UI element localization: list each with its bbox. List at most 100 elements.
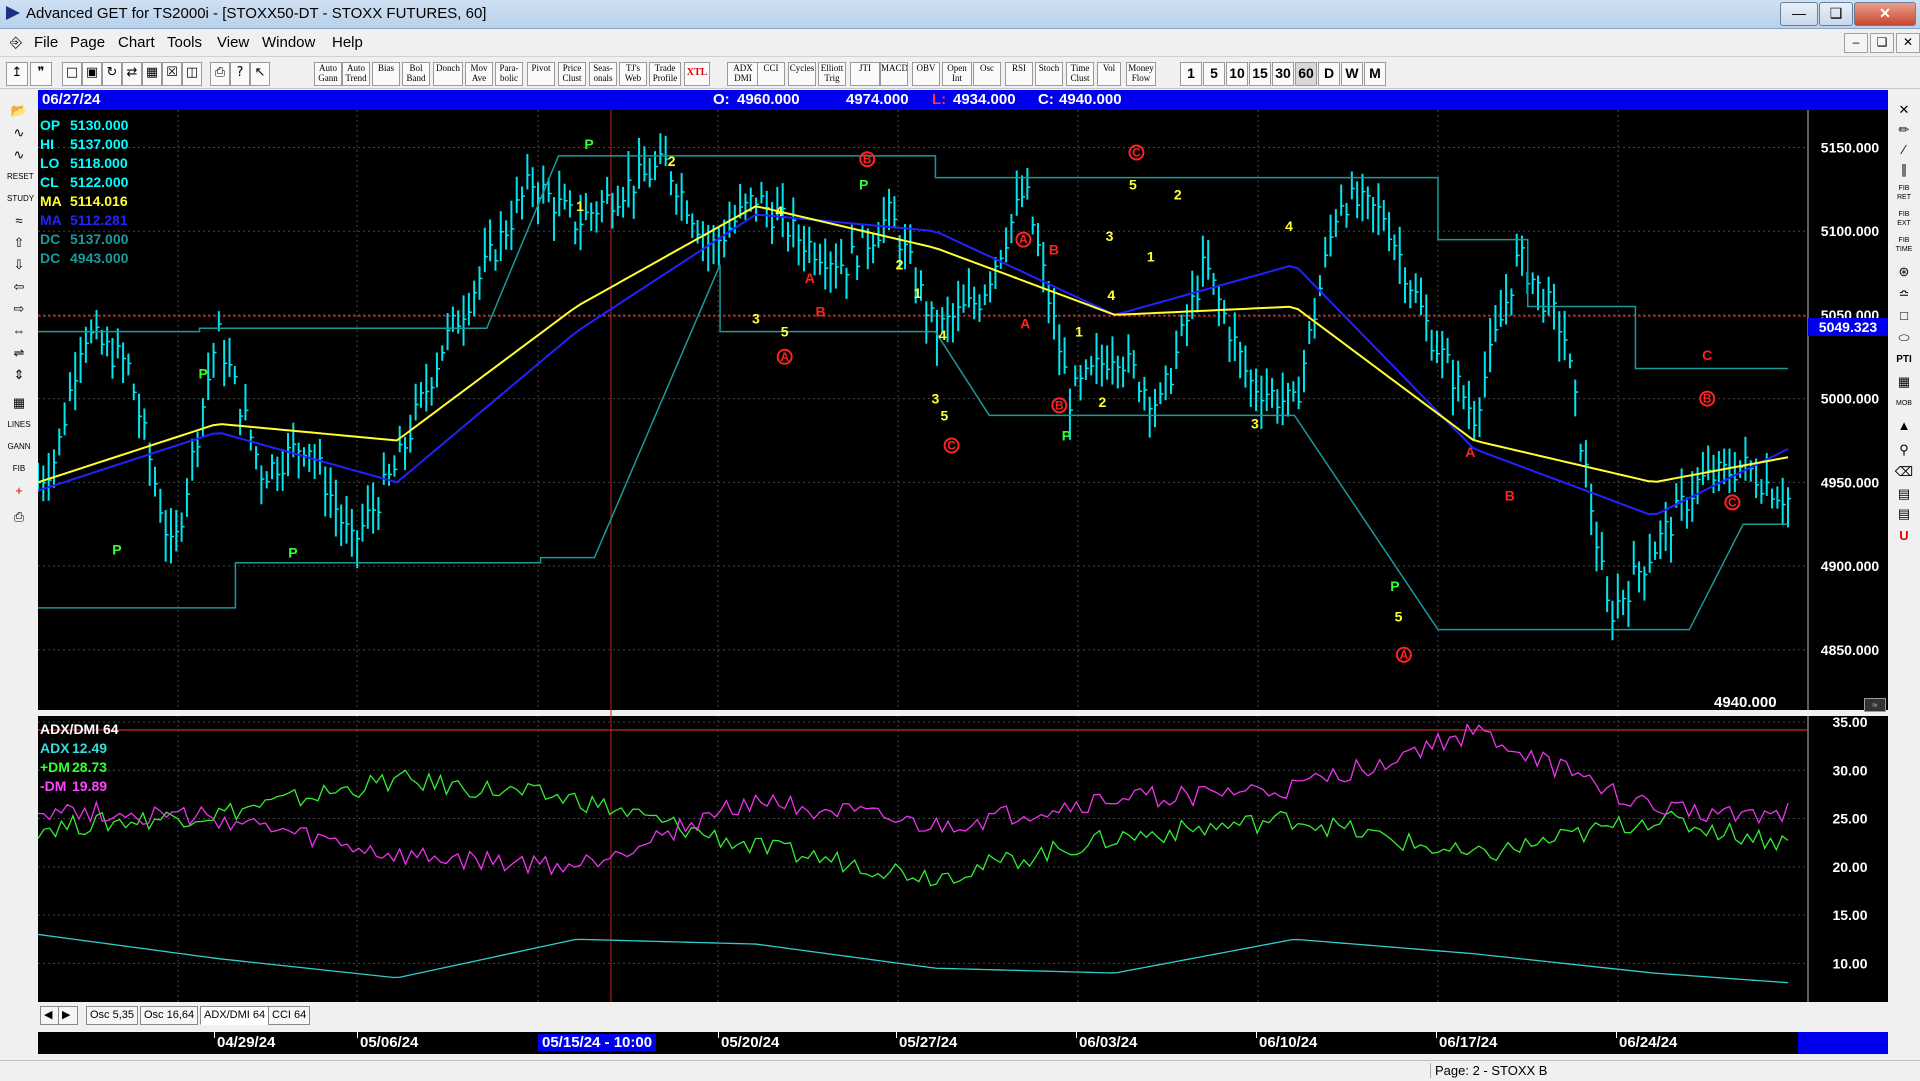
tab-osc-5-35[interactable]: Osc 5,35 xyxy=(86,1006,139,1025)
arrow-down-icon[interactable]: ⇩ xyxy=(6,254,32,276)
table-icon[interactable]: ▦ xyxy=(6,392,32,414)
interval-button-d[interactable]: D xyxy=(1318,62,1340,86)
new-page-icon[interactable]: □ xyxy=(62,62,82,86)
date-axis-scroll[interactable] xyxy=(1798,1032,1888,1054)
study-button-adx-dmi[interactable]: ADX DMI xyxy=(727,62,759,86)
arrow-left-icon[interactable]: ⇦ xyxy=(6,276,32,298)
mdi-restore-button[interactable]: ❑ xyxy=(1870,33,1894,53)
study-button-price-clust[interactable]: Price Clust xyxy=(558,62,586,86)
menu-help[interactable]: Help xyxy=(332,34,363,51)
study-button-stoch[interactable]: Stoch xyxy=(1035,62,1063,86)
layers-icon[interactable]: ▤ xyxy=(1892,484,1916,504)
menu-tools[interactable]: Tools xyxy=(167,34,202,51)
scale-icon[interactable]: ≈ xyxy=(1864,698,1886,712)
reset-icon[interactable]: RESET xyxy=(6,166,34,188)
chart-canvas[interactable]: 5150.0005100.0005050.0005000.0004950.000… xyxy=(38,110,1888,1002)
study-button-elliott-trig[interactable]: Elliott Trig xyxy=(818,62,846,86)
interval-button-5[interactable]: 5 xyxy=(1203,62,1225,86)
arrow-up-icon[interactable]: ⇧ xyxy=(6,232,32,254)
expand-icon[interactable]: ⇔ xyxy=(6,320,32,342)
study-button-cycles[interactable]: Cycles xyxy=(788,62,816,86)
context-help-icon[interactable]: ↖ xyxy=(250,62,270,86)
triangle-icon[interactable]: ▲ xyxy=(1892,416,1916,436)
line-icon[interactable]: ∕ xyxy=(1892,140,1916,160)
mob-icon[interactable]: MOB xyxy=(1892,394,1916,414)
close-drawing-icon[interactable]: ✕ xyxy=(1892,100,1916,120)
chart-area[interactable]: 5150.000 5100.000 5050.000 5000.000 4950.000… xyxy=(38,110,1888,1002)
study-button-time-clust[interactable]: Time Clust xyxy=(1066,62,1094,86)
interval-button-m[interactable]: M xyxy=(1364,62,1386,86)
eraser-icon[interactable]: ⌫ xyxy=(1892,462,1916,482)
interval-button-30[interactable]: 30 xyxy=(1272,62,1294,86)
tab-adx-dmi-64[interactable]: ADX/DMI 64 xyxy=(200,1006,270,1025)
open-icon[interactable]: ▣ xyxy=(82,62,102,86)
study-button-donch[interactable]: Donch xyxy=(433,62,463,86)
folder-icon[interactable]: 📂 xyxy=(6,100,32,122)
study-button-cci[interactable]: CCI xyxy=(757,62,785,86)
refresh-icon[interactable]: ↻ xyxy=(102,62,122,86)
grid-icon[interactable]: ▦ xyxy=(142,62,162,86)
print-page-icon[interactable]: ⎙ xyxy=(6,506,32,528)
menu-view[interactable]: View xyxy=(217,34,249,51)
cursor-icon[interactable]: ↥ xyxy=(6,62,28,86)
fib-ret-icon[interactable]: FIB RET xyxy=(1892,184,1916,204)
box-icon[interactable]: □ xyxy=(1892,306,1916,326)
study-button-jti[interactable]: JTI xyxy=(850,62,880,86)
print-icon[interactable]: ⎙ xyxy=(210,62,230,86)
fib-ext-icon[interactable]: FIB EXT xyxy=(1892,210,1916,230)
pti-icon[interactable]: PTI xyxy=(1892,350,1916,370)
study-button-obv[interactable]: OBV xyxy=(912,62,940,86)
interval-button-w[interactable]: W xyxy=(1341,62,1363,86)
help-icon[interactable]: ? xyxy=(230,62,250,86)
arrow-right-icon[interactable]: ⇨ xyxy=(6,298,32,320)
study-button-vol[interactable]: Vol xyxy=(1097,62,1121,86)
study-button-pivot[interactable]: Pivot xyxy=(527,62,555,86)
parallel-icon[interactable]: ∥ xyxy=(1892,160,1916,180)
study-button-open-int[interactable]: Open Int xyxy=(942,62,972,86)
pen-icon[interactable]: ✏ xyxy=(1892,120,1916,140)
study-button-para-bolic[interactable]: Para- bolic xyxy=(495,62,523,86)
study-button-osc[interactable]: Osc xyxy=(973,62,1001,86)
menu-chart[interactable]: Chart xyxy=(118,34,155,51)
menu-window[interactable]: Window xyxy=(262,34,315,51)
elliott-icon[interactable]: ≈ xyxy=(6,210,32,232)
menu-file[interactable]: File xyxy=(34,34,58,51)
spiral-icon[interactable]: ⊛ xyxy=(1892,262,1916,282)
study-button-mov-ave[interactable]: Mov Ave xyxy=(465,62,493,86)
compress-icon[interactable]: ⇌ xyxy=(6,342,32,364)
maximize-button[interactable]: ❑ xyxy=(1819,2,1853,26)
ellipse-icon[interactable]: ⬭ xyxy=(1892,328,1916,348)
interval-button-1[interactable]: 1 xyxy=(1180,62,1202,86)
study-icon[interactable]: STUDY xyxy=(6,188,34,210)
study-button-macd[interactable]: MACD xyxy=(880,62,908,86)
interval-button-60[interactable]: 60 xyxy=(1295,62,1317,86)
interval-button-15[interactable]: 15 xyxy=(1249,62,1271,86)
study-button-rsi[interactable]: RSI xyxy=(1005,62,1033,86)
study-button-auto-trend[interactable]: Auto Trend xyxy=(342,62,370,86)
fan-icon[interactable]: ≏ xyxy=(1892,284,1916,304)
fib-time-icon[interactable]: FIB TIME xyxy=(1892,236,1916,256)
grid-tool-icon[interactable]: ▦ xyxy=(1892,372,1916,392)
tab-cci-64[interactable]: CCI 64 xyxy=(268,1006,311,1025)
study-button-auto-gann[interactable]: Auto Gann xyxy=(314,62,342,86)
delete-icon[interactable]: ☒ xyxy=(162,62,182,86)
quote-icon[interactable]: ❞ xyxy=(30,62,52,86)
layout-icon[interactable]: ◫ xyxy=(182,62,202,86)
tab-scroll-right[interactable]: ▶ xyxy=(58,1006,78,1025)
fib-icon[interactable]: FIB xyxy=(6,458,32,480)
study-button-money-flow[interactable]: Money Flow xyxy=(1126,62,1156,86)
link-icon[interactable]: ⇄ xyxy=(122,62,142,86)
study-button-bol-band[interactable]: Bol Band xyxy=(402,62,430,86)
gann-icon[interactable]: GANN xyxy=(6,436,32,458)
mdi-minimize-button[interactable]: – xyxy=(1844,33,1868,53)
wave-tool-icon[interactable]: ∿ xyxy=(6,122,32,144)
tab-osc-16-64[interactable]: Osc 16,64 xyxy=(140,1006,199,1025)
magnifier-icon[interactable]: ⚲ xyxy=(1892,440,1916,460)
mdi-close-button[interactable]: ✕ xyxy=(1896,33,1920,53)
zoom-icon[interactable]: ⇕ xyxy=(6,364,32,386)
crosshair-icon[interactable]: + xyxy=(6,480,32,502)
stack-icon[interactable]: ▤ xyxy=(1892,504,1916,524)
study-button-tj-s-web[interactable]: TJ's Web xyxy=(619,62,647,86)
minimize-button[interactable]: — xyxy=(1780,2,1818,26)
menu-page[interactable]: Page xyxy=(70,34,105,51)
